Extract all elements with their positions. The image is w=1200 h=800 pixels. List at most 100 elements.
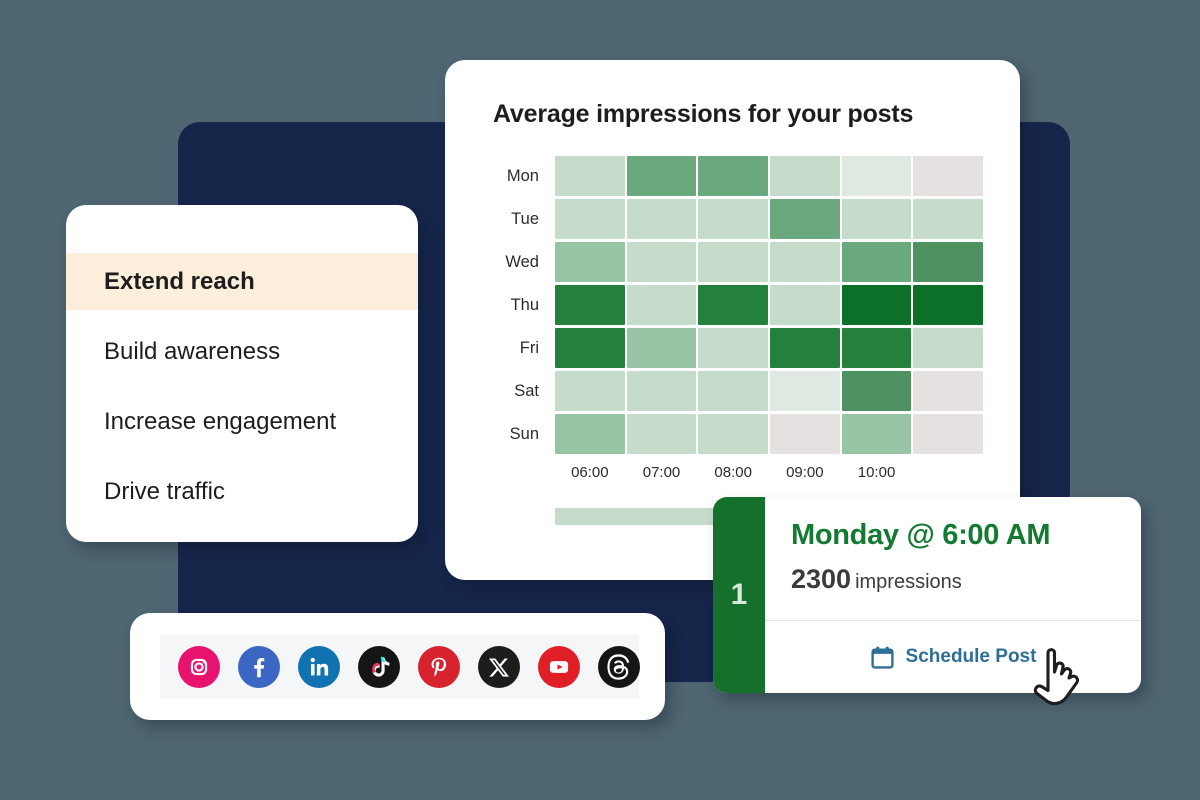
popup-datetime: Monday @ 6:00 AM	[791, 519, 1051, 551]
heatmap-day-label: Wed	[505, 252, 539, 271]
heatmap-cell[interactable]	[626, 156, 697, 196]
heatmap-day-label: Tue	[511, 209, 539, 228]
heatmap-cell[interactable]	[913, 242, 984, 282]
goal-menu-item-extend-reach[interactable]: Extend reach	[66, 253, 418, 310]
tiktok-icon[interactable]	[358, 645, 400, 688]
heatmap-cell[interactable]	[770, 156, 840, 196]
heatmap-cell[interactable]	[555, 199, 625, 239]
heatmap-row: Thu	[493, 284, 984, 326]
goal-menu-item-label: Drive traffic	[104, 477, 225, 505]
heatmap-cell[interactable]	[626, 371, 697, 411]
popup-impressions-value: 2300	[791, 564, 852, 594]
heatmap-x-tick: 10:00	[857, 464, 896, 481]
heatmap-x-tick: 06:00	[571, 464, 609, 481]
heatmap-cell[interactable]	[770, 285, 840, 325]
chart-title-rest: for your posts	[741, 100, 914, 128]
goal-menu-item-drive-traffic[interactable]: Drive traffic	[66, 463, 418, 520]
x-icon[interactable]	[478, 645, 520, 688]
heatmap-cell[interactable]	[555, 414, 625, 454]
goal-menu-item-build-awareness[interactable]: Build awareness	[66, 323, 418, 380]
heatmap-row-cells	[555, 242, 984, 282]
heatmap-x-tick: 09:00	[786, 464, 824, 481]
heatmap-cell[interactable]	[770, 242, 840, 282]
heatmap-day-label: Sat	[514, 381, 539, 400]
heatmap-cell[interactable]	[626, 199, 697, 239]
composition-stage: Average impressions for your posts Mon Tu…	[0, 0, 1200, 800]
heatmap-cell[interactable]	[841, 414, 912, 454]
heatmap-row-cells	[555, 199, 984, 239]
heatmap-day-label: Fri	[519, 338, 539, 357]
popup-body: Monday @ 6:00 AM 2300 impressions Schedul…	[765, 497, 1141, 693]
heatmap-x-tick: 07:00	[642, 464, 681, 481]
threads-icon[interactable]	[598, 645, 640, 688]
heatmap-cell[interactable]	[698, 414, 769, 454]
heatmap-row: Sun	[493, 413, 984, 455]
heatmap-x-axis: 06:00 07:00 08:00 09:00 10:00	[555, 464, 983, 481]
heatmap-cell[interactable]	[770, 371, 840, 411]
heatmap-cell[interactable]	[555, 371, 625, 411]
linkedin-icon[interactable]	[298, 645, 340, 688]
heatmap-cell[interactable]	[698, 285, 769, 325]
heatmap-row-cells	[555, 285, 984, 325]
heatmap-row-cells	[555, 156, 984, 196]
heatmap-cell[interactable]	[626, 285, 697, 325]
popup-metric: 2300 impressions	[791, 564, 1141, 595]
goal-menu-item-increase-engagement[interactable]: Increase engagement	[66, 393, 418, 450]
goal-menu-item-label: Increase engagement	[104, 407, 337, 435]
heatmap-cell[interactable]	[555, 156, 625, 196]
heatmap-cell[interactable]	[913, 156, 984, 196]
instagram-icon[interactable]	[178, 645, 220, 688]
best-time-popup-card: 1 Monday @ 6:00 AM 2300 impressions Sched…	[713, 497, 1141, 693]
heatmap-cell[interactable]	[770, 199, 840, 239]
schedule-post-button[interactable]: Schedule Post	[765, 621, 1141, 693]
goal-menu-item-label: Extend reach	[104, 267, 255, 295]
heatmap-cell[interactable]	[913, 414, 984, 454]
heatmap-day-label: Sun	[509, 424, 539, 443]
heatmap-cell[interactable]	[841, 328, 912, 368]
heatmap-cell[interactable]	[555, 285, 625, 325]
heatmap-row: Tue	[493, 198, 984, 240]
heatmap-cell[interactable]	[913, 285, 984, 325]
heatmap-cell[interactable]	[841, 156, 912, 196]
youtube-icon[interactable]	[538, 645, 580, 688]
goal-menu-list: Extend reach Build awareness Increase enga…	[66, 253, 418, 520]
social-networks-card	[130, 613, 665, 720]
heatmap-cell[interactable]	[770, 328, 840, 368]
heatmap-cell[interactable]	[555, 242, 625, 282]
chart-title-strong: Average impressions	[493, 100, 742, 128]
heatmap-row-cells	[555, 328, 984, 368]
heatmap-cell[interactable]	[698, 199, 769, 239]
heatmap-x-tick: 08:00	[714, 464, 752, 481]
heatmap-day-label: Mon	[506, 166, 539, 185]
heatmap-cell[interactable]	[626, 328, 697, 368]
heatmap-cell[interactable]	[555, 328, 625, 368]
goal-menu-item-label: Build awareness	[104, 337, 281, 365]
heatmap-row: Mon	[493, 155, 984, 197]
heatmap-cell[interactable]	[770, 414, 840, 454]
heatmap-day-label: Thu	[510, 295, 539, 314]
heatmap-cell[interactable]	[913, 199, 984, 239]
schedule-post-label: Schedule Post	[905, 646, 1037, 667]
pinterest-icon[interactable]	[418, 645, 460, 688]
chart-title: Average impressions for your posts	[493, 100, 913, 129]
heatmap-cell[interactable]	[913, 371, 984, 411]
popup-rank-badge: 1	[713, 497, 765, 693]
heatmap-cell[interactable]	[626, 242, 697, 282]
heatmap-cell[interactable]	[698, 156, 769, 196]
heatmap-row: Fri	[493, 327, 984, 369]
calendar-icon	[870, 645, 895, 670]
popup-impressions-unit: impressions	[855, 571, 962, 593]
impressions-heatmap: Mon Tue Wed Thu Fri Sat Sun 06:00 07:00 08:00 09:0…	[493, 155, 984, 481]
heatmap-cell[interactable]	[913, 328, 984, 368]
heatmap-cell[interactable]	[626, 414, 697, 454]
heatmap-cell[interactable]	[698, 242, 769, 282]
heatmap-cell[interactable]	[841, 285, 912, 325]
heatmap-cell[interactable]	[698, 328, 769, 368]
heatmap-row-cells	[555, 414, 984, 454]
heatmap-cell[interactable]	[841, 242, 912, 282]
heatmap-cell[interactable]	[841, 199, 912, 239]
heatmap-row: Sat	[493, 370, 984, 412]
heatmap-cell[interactable]	[698, 371, 769, 411]
heatmap-cell[interactable]	[841, 371, 912, 411]
facebook-icon[interactable]	[238, 645, 280, 688]
